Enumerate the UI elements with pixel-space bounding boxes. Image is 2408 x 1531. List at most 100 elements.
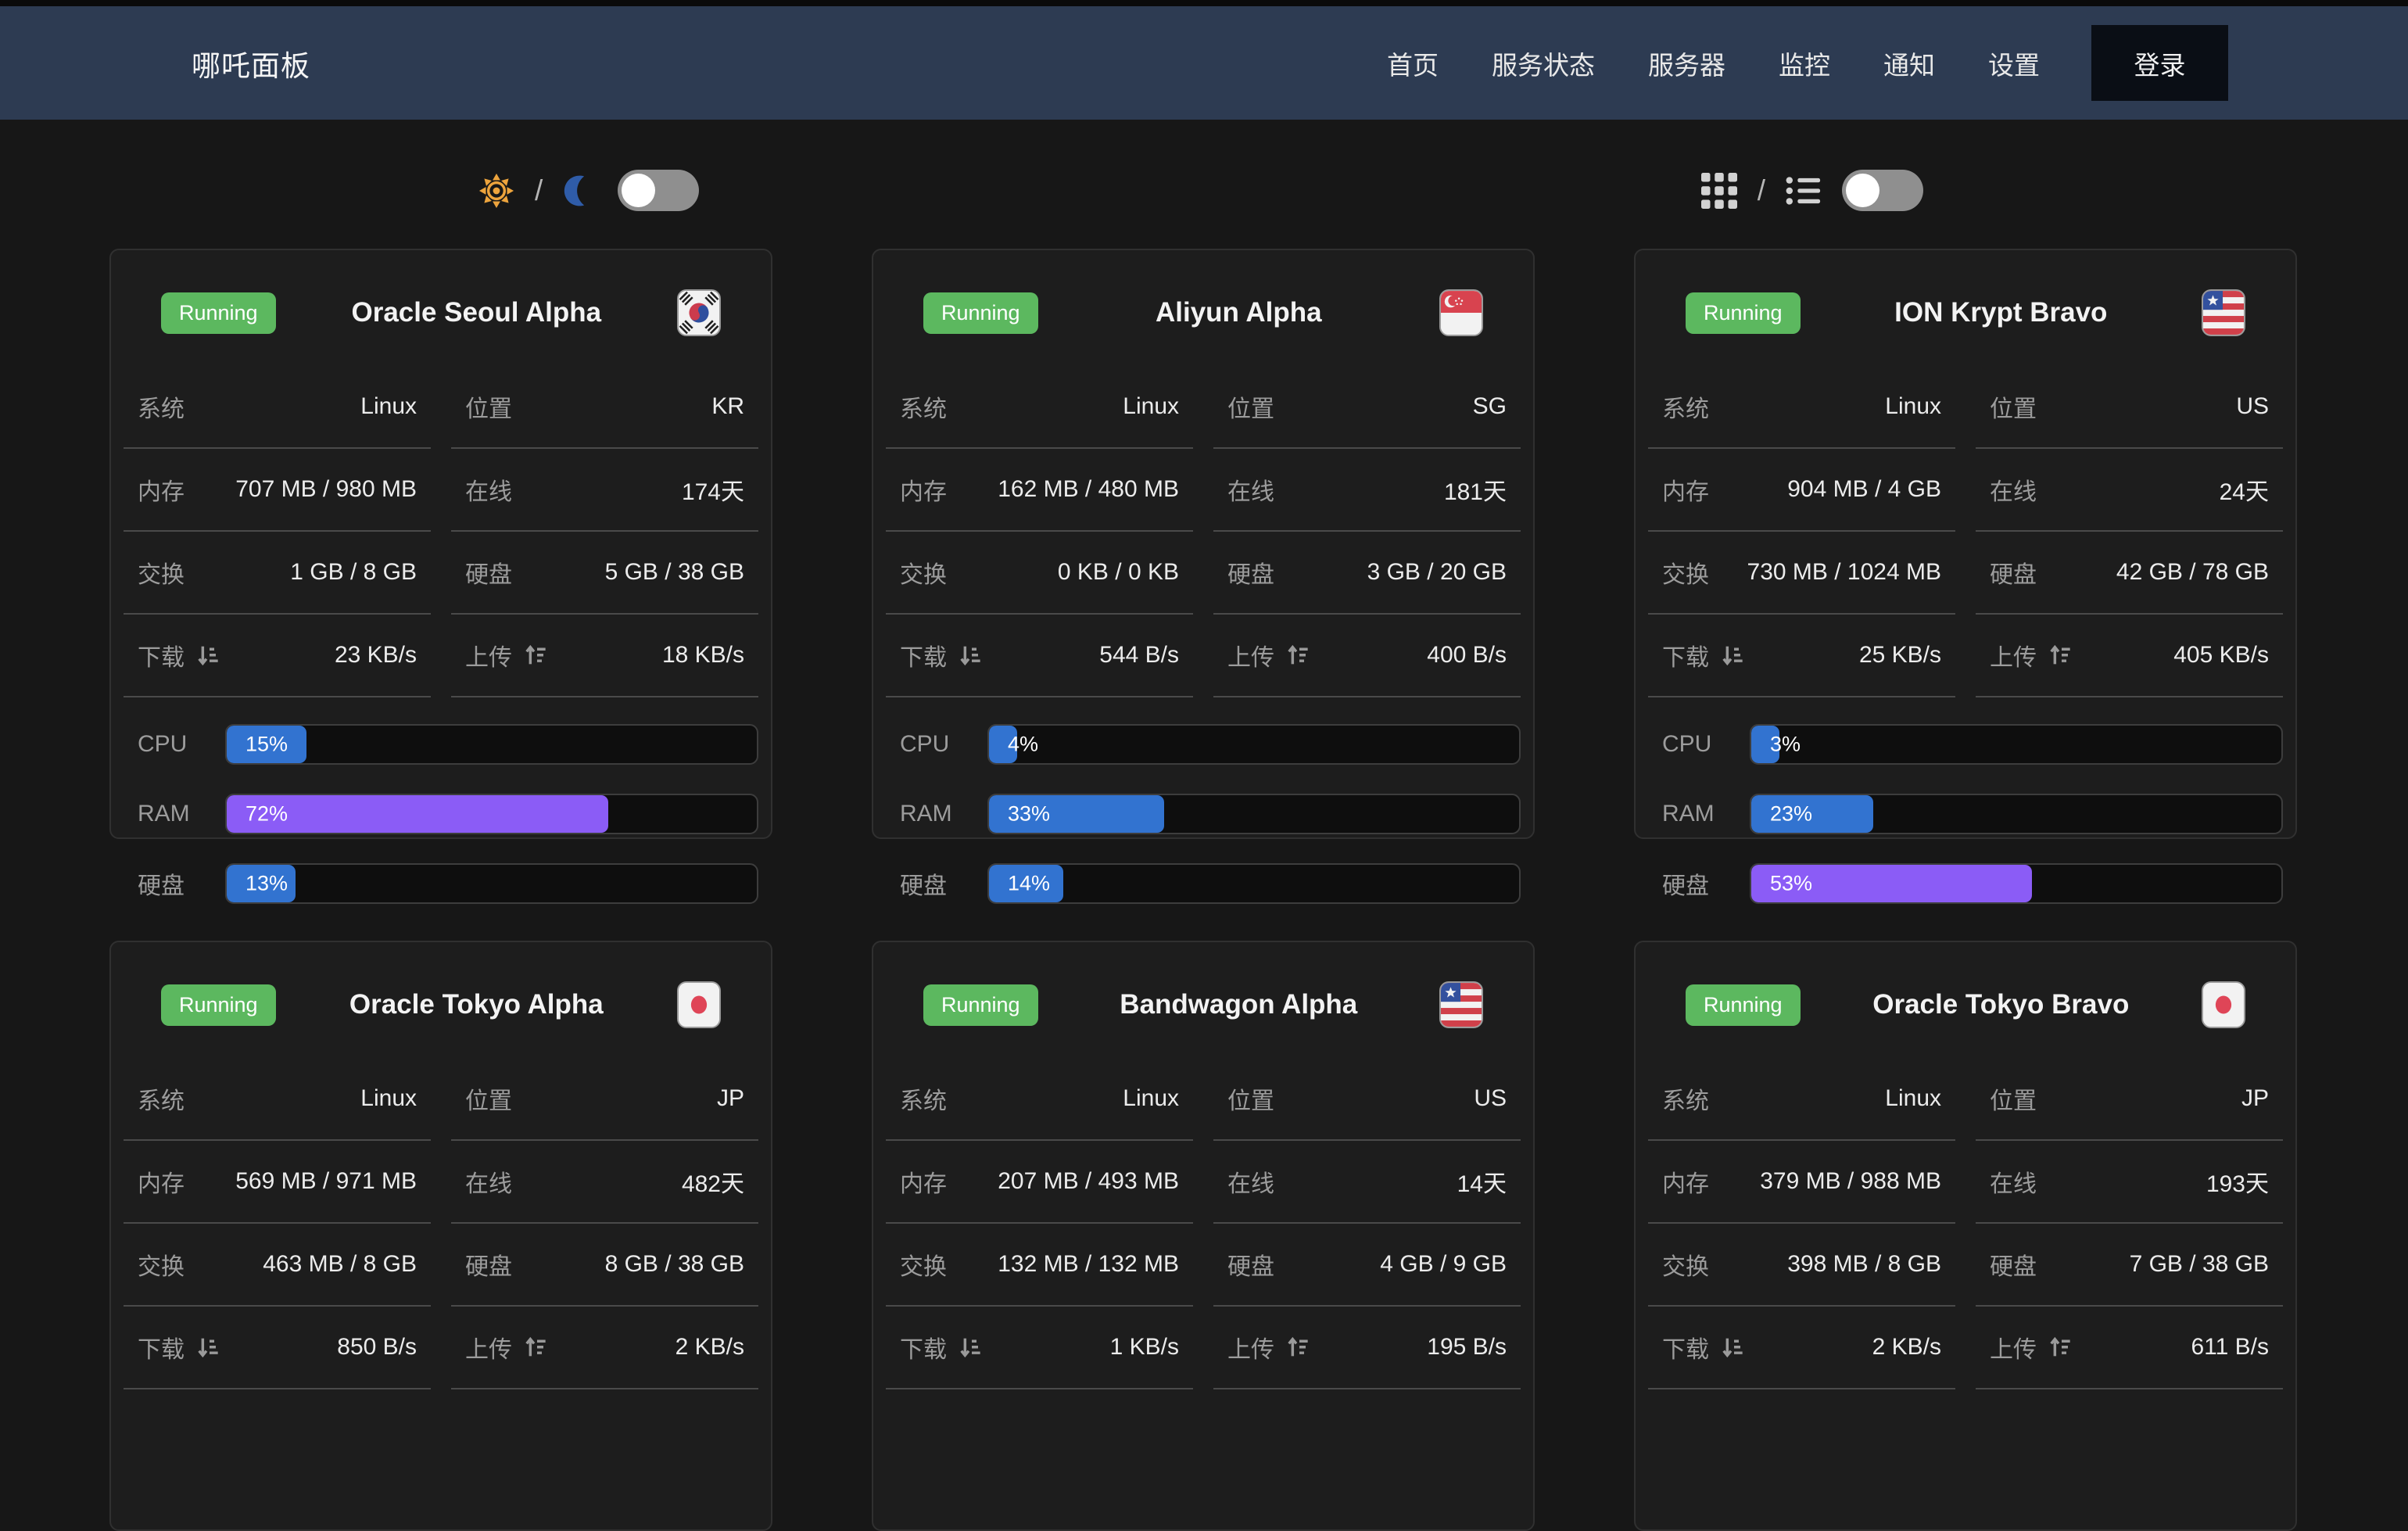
stat-disk: 硬盘 7 GB / 38 GB: [1976, 1224, 2283, 1307]
main-nav: 首页 服务状态 服务器 监控 通知 设置 登录: [1360, 25, 2228, 101]
server-card-header: Running Bandwagon Alpha: [873, 942, 1533, 1028]
stat-value: 904 MB / 4 GB: [1787, 476, 1941, 503]
server-card[interactable]: Running Oracle Seoul Alpha 系统 Linux 位置 K…: [109, 249, 772, 839]
progress-track: 23%: [1750, 794, 2283, 834]
stat-location: 位置 KR: [451, 366, 758, 449]
stat-label: 系统: [900, 389, 947, 424]
server-card[interactable]: Running Bandwagon Alpha 系统 Linux 位置 US 内…: [872, 941, 1535, 1531]
stat-label-text: 上传: [1227, 638, 1274, 672]
bar-label: 硬盘: [886, 866, 987, 901]
stat-memory: 内存 207 MB / 493 MB: [886, 1141, 1193, 1224]
stat-value: SG: [1473, 393, 1507, 420]
stat-upload: 上传 2 KB/s: [451, 1307, 758, 1389]
server-stats: 系统 Linux 位置 JP 内存 379 MB / 988 MB 在线 193…: [1636, 1058, 2295, 1389]
stat-value: 23 KB/s: [335, 642, 417, 669]
stat-label: 上传: [1227, 1330, 1310, 1364]
progress-percent: 14%: [1008, 872, 1050, 896]
stat-label-text: 上传: [1990, 638, 2037, 672]
stat-label: 上传: [1990, 1330, 2073, 1364]
stat-value: 1 GB / 8 GB: [290, 559, 417, 586]
stat-uptime: 在线 174天: [451, 449, 758, 532]
nav-item-monitoring[interactable]: 监控: [1752, 45, 1857, 82]
stat-system: 系统 Linux: [124, 366, 431, 449]
stat-upload: 上传 405 KB/s: [1976, 615, 2283, 697]
sun-icon: [478, 173, 514, 209]
stat-swap: 交换 1 GB / 8 GB: [124, 532, 431, 615]
stat-disk: 硬盘 3 GB / 20 GB: [1213, 532, 1521, 615]
server-card[interactable]: Running ION Krypt Bravo 系统 Linux 位置 US 内…: [1634, 249, 2297, 839]
status-badge: Running: [161, 292, 276, 334]
progress-percent: 23%: [1770, 802, 1812, 826]
stat-label-text: 下载: [900, 1330, 947, 1364]
progress-track: 15%: [225, 724, 758, 765]
upload-icon: [2048, 1335, 2073, 1360]
stat-location: 位置 US: [1976, 366, 2283, 449]
stat-label: 交换: [1662, 1247, 1709, 1282]
stat-label: 位置: [1990, 389, 2037, 424]
stat-location: 位置 JP: [1976, 1058, 2283, 1141]
server-card[interactable]: Running Aliyun Alpha 系统 Linux 位置 SG 内存 1…: [872, 249, 1535, 839]
stat-label: 硬盘: [465, 555, 512, 590]
stat-value: 8 GB / 38 GB: [605, 1251, 744, 1278]
cpu-bar-row: CPU 4%: [886, 724, 1521, 765]
progress-track: 13%: [225, 863, 758, 904]
stat-value: 24天: [2220, 472, 2269, 507]
stat-value: 25 KB/s: [1859, 642, 1941, 669]
stat-label: 内存: [1662, 1164, 1709, 1199]
stat-value: 850 B/s: [337, 1334, 417, 1361]
stat-label: 系统: [138, 389, 185, 424]
stat-label: 交换: [1662, 555, 1709, 590]
download-icon: [958, 643, 983, 668]
stat-location: 位置 JP: [451, 1058, 758, 1141]
stat-value: 2 KB/s: [675, 1334, 744, 1361]
server-stats: 系统 Linux 位置 KR 内存 707 MB / 980 MB 在线 174…: [111, 366, 771, 697]
server-card-header: Running Oracle Seoul Alpha: [111, 250, 771, 336]
stat-label: 上传: [465, 1330, 548, 1364]
stat-uptime: 在线 14天: [1213, 1141, 1521, 1224]
stat-value: 482天: [682, 1164, 744, 1199]
stat-label: 系统: [138, 1081, 185, 1116]
nav-item-service-status[interactable]: 服务状态: [1465, 45, 1621, 82]
stat-value: 14天: [1457, 1164, 1507, 1199]
stat-value: 4 GB / 9 GB: [1380, 1251, 1507, 1278]
stat-value: 193天: [2206, 1164, 2269, 1199]
stat-swap: 交换 0 KB / 0 KB: [886, 532, 1193, 615]
stat-uptime: 在线 193天: [1976, 1141, 2283, 1224]
stat-label: 硬盘: [1990, 555, 2037, 590]
status-badge: Running: [1686, 984, 1801, 1026]
nav-item-home[interactable]: 首页: [1360, 45, 1465, 82]
stat-system: 系统 Linux: [886, 1058, 1193, 1141]
nav-item-settings[interactable]: 设置: [1962, 45, 2066, 82]
stat-value: JP: [717, 1085, 744, 1112]
stat-label: 交换: [900, 1247, 947, 1282]
bar-label: 硬盘: [1648, 866, 1750, 901]
download-icon: [1720, 643, 1745, 668]
stat-system: 系统 Linux: [886, 366, 1193, 449]
nav-item-servers[interactable]: 服务器: [1621, 45, 1752, 82]
stat-label-text: 下载: [900, 638, 947, 672]
login-button[interactable]: 登录: [2091, 25, 2228, 101]
progress-track: 3%: [1750, 724, 2283, 765]
app-title[interactable]: 哪吒面板: [192, 42, 310, 84]
stat-label: 内存: [900, 472, 947, 507]
theme-toggle-switch[interactable]: [618, 170, 699, 211]
usage-bars: CPU 15% RAM 72% 硬盘 13%: [111, 697, 771, 904]
cpu-bar-row: CPU 3%: [1648, 724, 2283, 765]
view-toggle-switch[interactable]: [1842, 170, 1923, 211]
slash-separator: /: [1758, 174, 1765, 207]
stat-label-text: 上传: [465, 638, 512, 672]
stat-value: 3 GB / 20 GB: [1367, 559, 1507, 586]
stat-label: 下载: [138, 1330, 220, 1364]
nav-item-notifications[interactable]: 通知: [1857, 45, 1962, 82]
stat-system: 系统 Linux: [1648, 366, 1955, 449]
ram-bar-row: RAM 72%: [124, 794, 758, 834]
download-icon: [195, 643, 220, 668]
stat-disk: 硬盘 4 GB / 9 GB: [1213, 1224, 1521, 1307]
stat-label: 上传: [1227, 638, 1310, 672]
server-card[interactable]: Running Oracle Tokyo Alpha 系统 Linux 位置 J…: [109, 941, 772, 1531]
progress-track: 53%: [1750, 863, 2283, 904]
server-card[interactable]: Running Oracle Tokyo Bravo 系统 Linux 位置 J…: [1634, 941, 2297, 1531]
stat-value: 207 MB / 493 MB: [998, 1168, 1179, 1195]
server-name: Oracle Tokyo Alpha: [290, 989, 663, 1020]
disk-bar-row: 硬盘 13%: [124, 863, 758, 904]
